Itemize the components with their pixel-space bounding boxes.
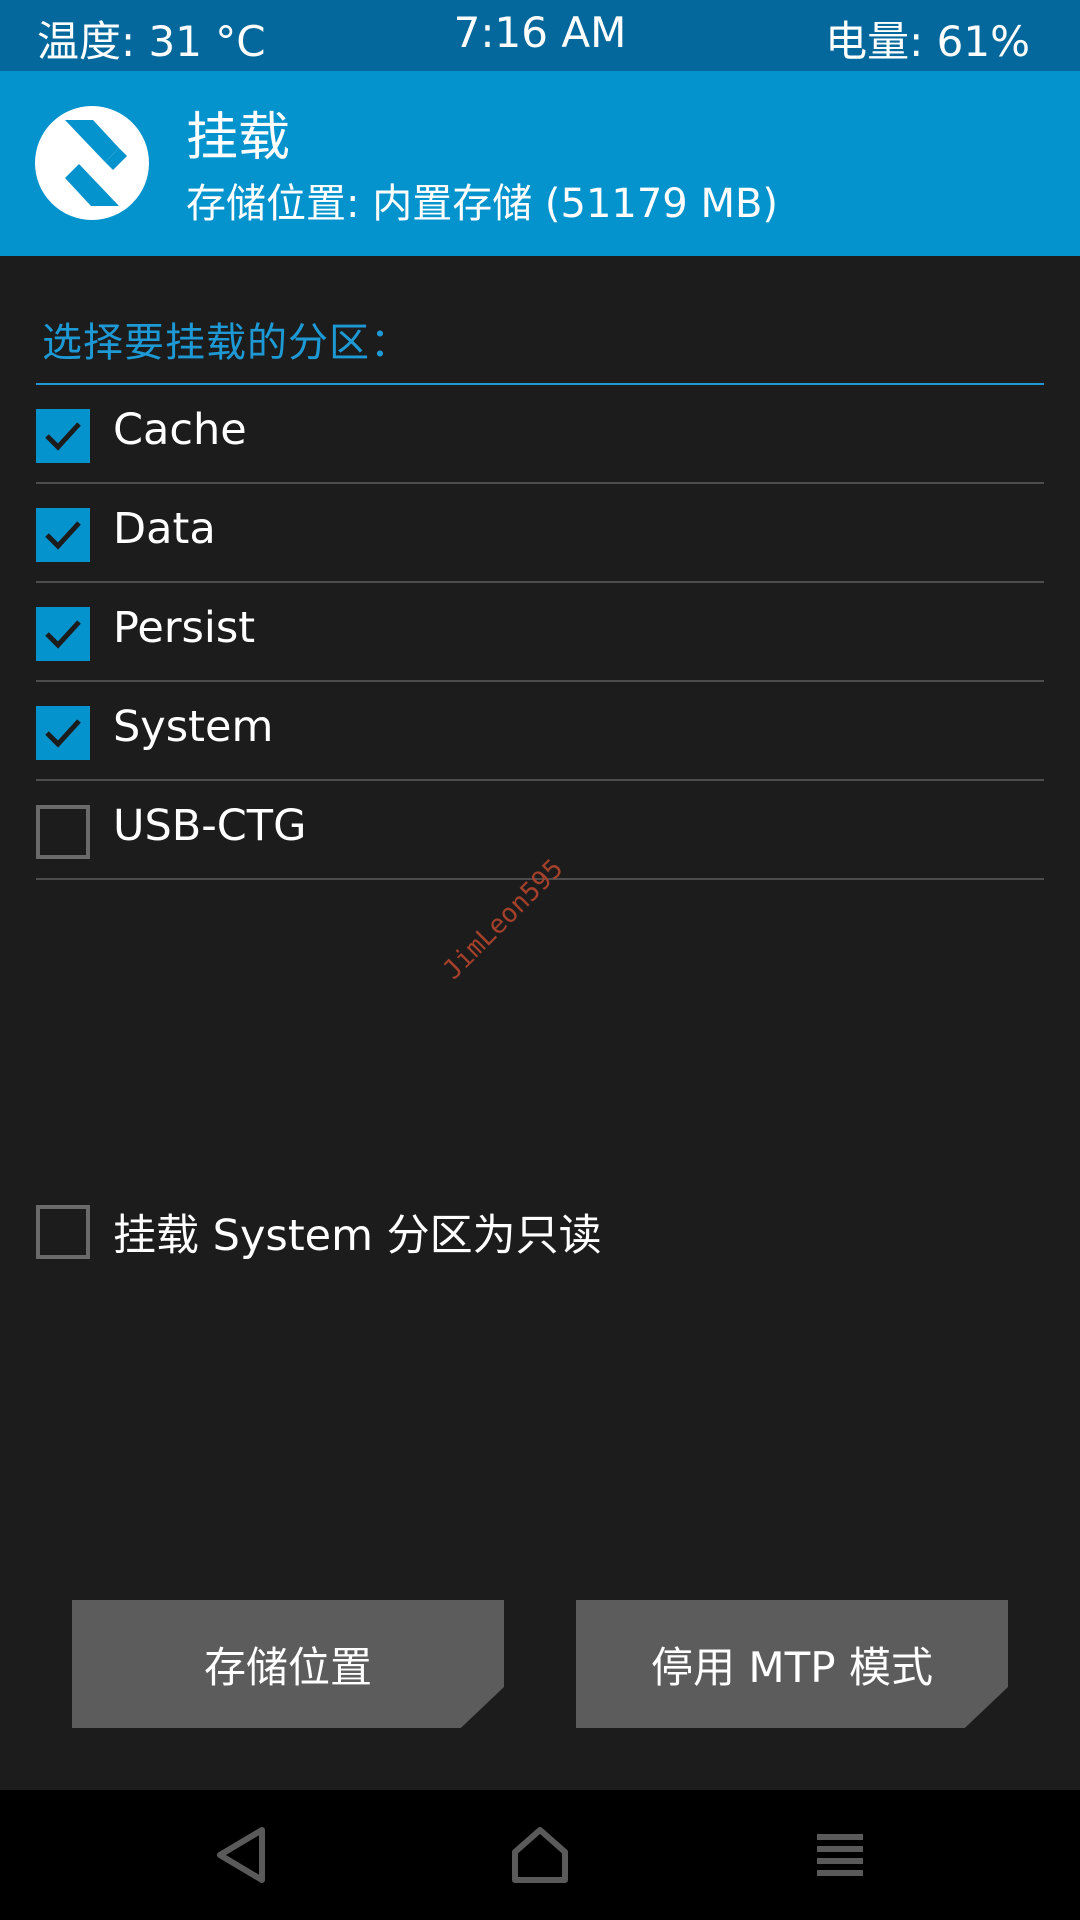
status-bar: 温度: 31 °C 7:16 AM 电量: 61% bbox=[0, 0, 1080, 71]
readonly-option-label: 挂载 System 分区为只读 bbox=[113, 1211, 602, 1261]
home-icon[interactable] bbox=[505, 1822, 575, 1888]
partition-label: USB-CTG bbox=[113, 801, 307, 851]
partition-row-system[interactable]: System bbox=[36, 682, 1044, 781]
partition-label: Data bbox=[113, 504, 216, 554]
checkbox-checked-icon[interactable] bbox=[36, 706, 90, 760]
partition-list: Cache Data Persist System USB-CTG bbox=[36, 385, 1044, 880]
disable-mtp-button[interactable]: 停用 MTP 模式 bbox=[576, 1600, 1008, 1728]
checkbox-unchecked-icon[interactable] bbox=[36, 805, 90, 859]
back-triangle-icon[interactable] bbox=[206, 1822, 276, 1888]
battery-text: 电量: 61% bbox=[825, 17, 1030, 66]
checkbox-checked-icon[interactable] bbox=[36, 607, 90, 661]
partition-label: Persist bbox=[113, 603, 256, 653]
checkbox-unchecked-icon[interactable] bbox=[36, 1205, 90, 1259]
partition-row-cache[interactable]: Cache bbox=[36, 385, 1044, 484]
partition-row-data[interactable]: Data bbox=[36, 484, 1044, 583]
partition-label: Cache bbox=[113, 405, 247, 455]
checkbox-checked-icon[interactable] bbox=[36, 409, 90, 463]
partition-label: System bbox=[113, 702, 274, 752]
checkbox-checked-icon[interactable] bbox=[36, 508, 90, 562]
page-title: 挂载 bbox=[186, 108, 291, 168]
storage-location-button[interactable]: 存储位置 bbox=[72, 1600, 504, 1728]
readonly-option-row[interactable]: 挂载 System 分区为只读 bbox=[36, 1205, 836, 1265]
page-header: 挂载 存储位置: 内置存储 (51179 MB) bbox=[0, 71, 1080, 256]
storage-location-text: 存储位置: 内置存储 (51179 MB) bbox=[186, 181, 779, 227]
partition-section-label: 选择要挂载的分区： bbox=[42, 320, 411, 366]
menu-lines-icon[interactable] bbox=[805, 1822, 875, 1888]
twrp-logo-icon bbox=[35, 106, 149, 220]
navigation-bar bbox=[0, 1790, 1080, 1920]
partition-row-persist[interactable]: Persist bbox=[36, 583, 1044, 682]
